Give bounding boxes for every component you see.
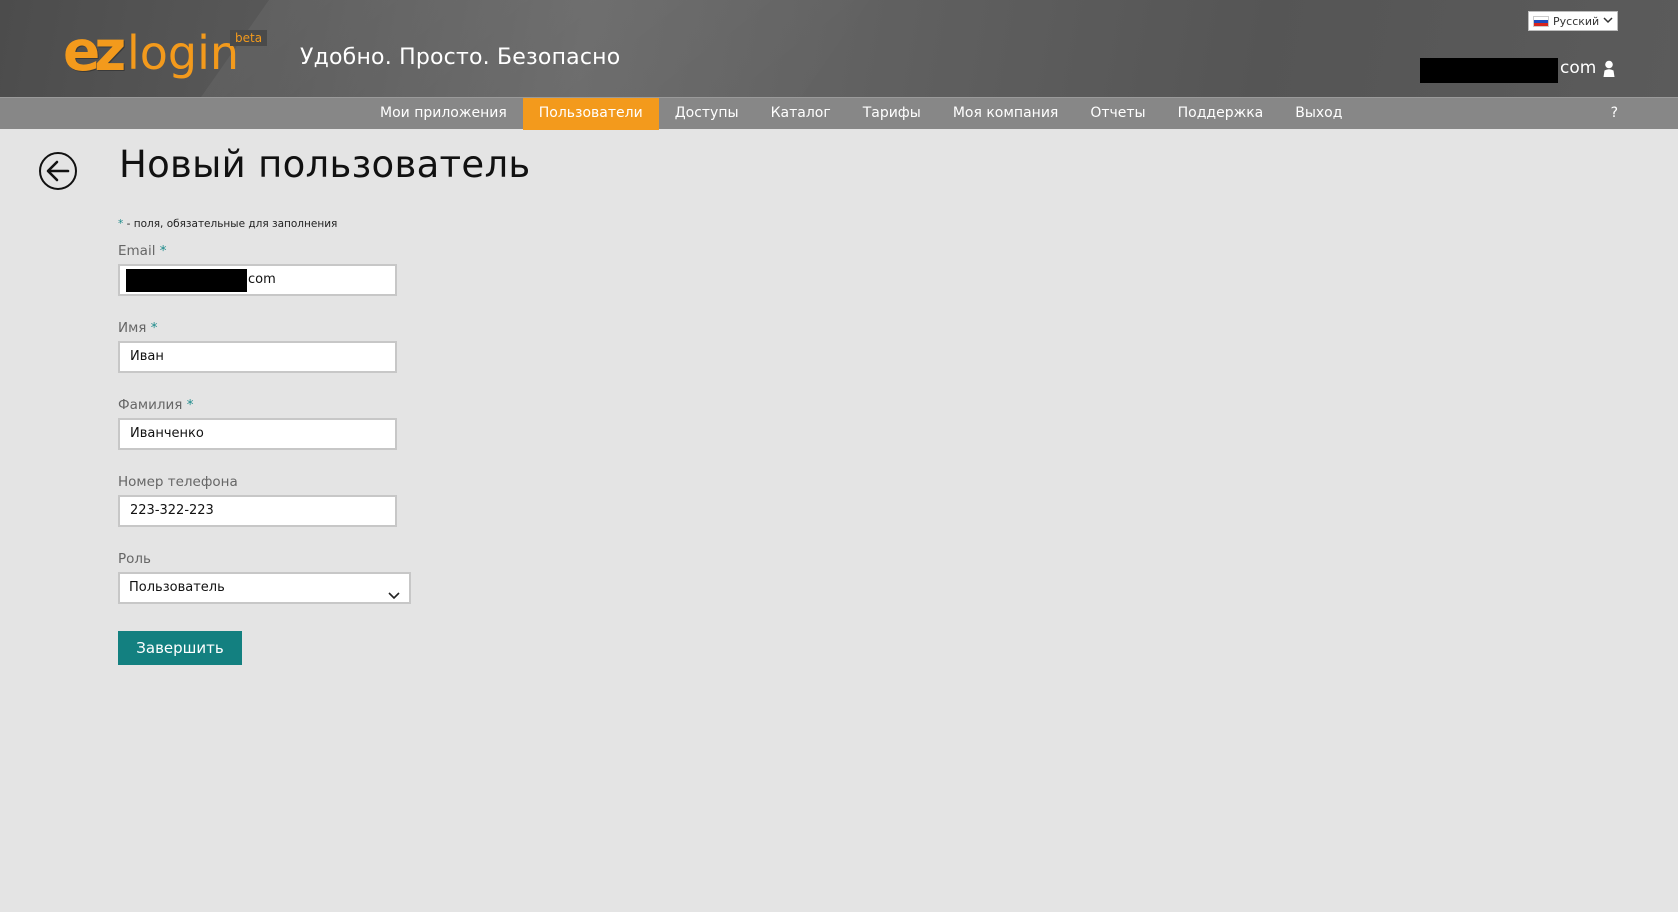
user-email-suffix[interactable]: com [1560, 58, 1596, 78]
nav-item-logout[interactable]: Выход [1279, 98, 1358, 130]
ru-flag-icon [1533, 15, 1549, 27]
required-star: * [186, 397, 194, 413]
header-bar: ez login beta Удобно. Просто. Безопасно … [0, 0, 1678, 97]
nav-item-access[interactable]: Доступы [659, 98, 755, 130]
nav-item-my-apps[interactable]: Мои приложения [364, 98, 523, 130]
email-redacted [126, 269, 247, 292]
email-suffix: com [248, 272, 276, 287]
page-title: Новый пользователь [119, 143, 531, 186]
nav-item-reports[interactable]: Отчеты [1074, 98, 1161, 130]
nav-item-tariffs[interactable]: Тарифы [847, 98, 937, 130]
role-label: Роль [118, 551, 151, 567]
last-name-label-text: Фамилия [118, 397, 183, 413]
language-label: Русский [1553, 14, 1600, 28]
nav-item-catalog[interactable]: Каталог [755, 98, 847, 130]
arrow-left-icon [46, 160, 70, 182]
user-email-redacted [1420, 58, 1558, 83]
nav-item-support[interactable]: Поддержка [1162, 98, 1280, 130]
nav-items: Мои приложения Пользователи Доступы Ката… [364, 98, 1358, 130]
nav-item-users[interactable]: Пользователи [522, 98, 659, 130]
chevron-down-icon [388, 583, 400, 611]
role-select[interactable]: Пользователь [118, 572, 411, 604]
beta-badge: beta [230, 30, 268, 46]
first-name-label: Имя * [118, 320, 157, 336]
language-selector[interactable]: Русский [1528, 11, 1618, 31]
email-field[interactable]: com [118, 264, 397, 296]
role-select-value: Пользователь [129, 580, 225, 595]
required-note: * - поля, обязательные для заполнения [118, 218, 337, 230]
logo-login: login [127, 26, 240, 80]
chevron-down-icon [1603, 16, 1613, 27]
first-name-field[interactable]: Иван [118, 341, 397, 373]
last-name-label: Фамилия * [118, 397, 193, 413]
user-icon[interactable] [1602, 60, 1616, 77]
first-name-label-text: Имя [118, 320, 147, 336]
tagline: Удобно. Просто. Безопасно [300, 45, 621, 70]
back-button[interactable] [39, 152, 77, 190]
logo-ez: ez [63, 19, 126, 83]
phone-label: Номер телефона [118, 474, 238, 490]
ezlogin-logo[interactable]: ez login beta [63, 20, 273, 84]
last-name-field[interactable]: Иванченко [118, 418, 397, 450]
help-link[interactable]: ? [1611, 98, 1618, 129]
finish-button[interactable]: Завершить [118, 631, 242, 665]
nav-item-my-company[interactable]: Моя компания [937, 98, 1075, 130]
required-star: * [150, 320, 158, 336]
main-nav: Мои приложения Пользователи Доступы Ката… [0, 97, 1678, 130]
email-label-text: Email [118, 243, 156, 259]
required-note-text: - поля, обязательные для заполнения [123, 218, 338, 230]
phone-field[interactable]: 223-322-223 [118, 495, 397, 527]
email-label: Email * [118, 243, 167, 259]
required-star: * [159, 243, 167, 259]
